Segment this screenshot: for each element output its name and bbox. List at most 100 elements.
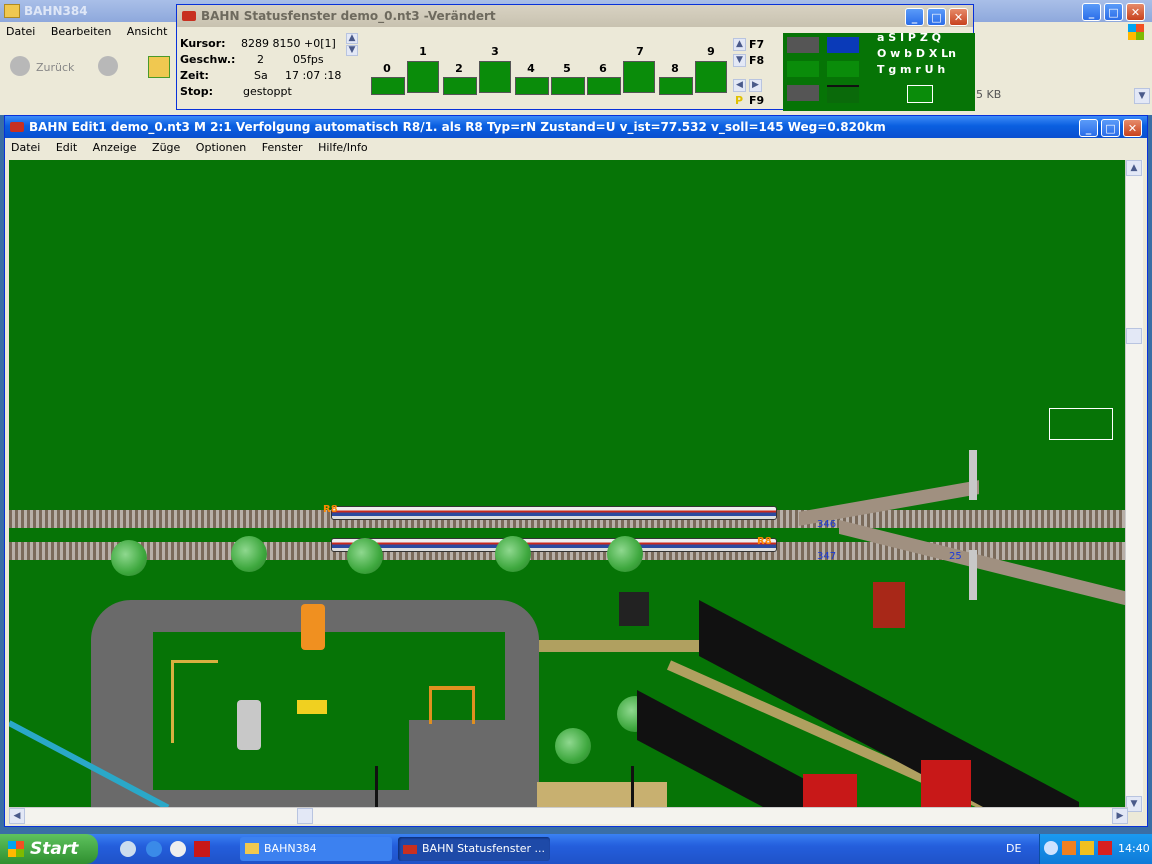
main-menu-hilfe[interactable]: Hilfe/Info xyxy=(312,141,374,154)
forward-arrow-icon[interactable] xyxy=(98,56,118,76)
field-tile-icon[interactable] xyxy=(827,85,859,103)
switch-number-1: 1 xyxy=(419,45,427,58)
kursor-spin-down[interactable]: ▼ xyxy=(346,45,358,56)
signal-tile-icon[interactable] xyxy=(907,85,933,103)
main-menu-edit[interactable]: Edit xyxy=(50,141,83,154)
tree[interactable] xyxy=(347,538,383,574)
scroll-right-button[interactable]: ▶ xyxy=(1112,808,1128,824)
layout-canvas[interactable]: R8 R8 346 347 25 xyxy=(9,160,1128,812)
scroll-up-button[interactable]: ▲ xyxy=(1126,160,1142,176)
media-player-icon[interactable] xyxy=(170,841,186,857)
clock[interactable]: 14:40 xyxy=(1118,842,1150,855)
crane[interactable] xyxy=(171,660,218,743)
train-upper[interactable] xyxy=(331,506,777,520)
main-menu-anzeige[interactable]: Anzeige xyxy=(87,141,143,154)
back-button-label[interactable]: Zurück xyxy=(36,61,74,74)
main-menu-optionen[interactable]: Optionen xyxy=(190,141,252,154)
train-lower[interactable] xyxy=(331,538,777,552)
internet-explorer-icon[interactable] xyxy=(146,841,162,857)
tray-arrow-icon[interactable] xyxy=(1044,841,1058,855)
switch-tile-7[interactable] xyxy=(623,61,655,93)
street-lamp[interactable] xyxy=(375,766,378,812)
road-tile-icon[interactable] xyxy=(787,85,819,101)
track-tile-icon[interactable] xyxy=(787,61,819,77)
f9-key[interactable]: F9 xyxy=(749,94,764,107)
eu-flag-icon[interactable] xyxy=(827,37,859,53)
switch-tile-4[interactable] xyxy=(515,77,549,95)
kursor-spin-up[interactable]: ▲ xyxy=(346,33,358,44)
yard-road-lower[interactable] xyxy=(409,720,505,812)
brick-house[interactable] xyxy=(873,582,905,628)
tray-app-icon[interactable] xyxy=(1062,841,1076,855)
tray-app-icon[interactable] xyxy=(1098,841,1112,855)
explorer-menu-datei[interactable]: Datei xyxy=(0,25,41,38)
main-maximize-button[interactable]: □ xyxy=(1101,119,1120,137)
main-menu-datei[interactable]: Datei xyxy=(5,141,46,154)
buffer-stop-upper[interactable] xyxy=(969,450,977,500)
main-minimize-button[interactable]: _ xyxy=(1079,119,1098,137)
tree[interactable] xyxy=(111,540,147,576)
explorer-maximize-button[interactable]: □ xyxy=(1104,3,1123,21)
explorer-menu-bearbeiten[interactable]: Bearbeiten xyxy=(45,25,117,38)
status-titlebar[interactable]: BAHN Statusfenster demo_0.nt3 -Verändert… xyxy=(177,5,973,27)
switch-tile-5[interactable] xyxy=(551,77,585,95)
explorer-menu-ansicht[interactable]: Ansicht xyxy=(121,25,174,38)
quicklaunch-icon[interactable] xyxy=(120,841,136,857)
switch-tile-3[interactable] xyxy=(479,61,511,93)
f8-down-arrow[interactable]: ▼ xyxy=(733,54,746,67)
language-indicator[interactable]: DE xyxy=(1006,842,1021,855)
tree[interactable] xyxy=(555,728,591,764)
tree-tile-icon[interactable] xyxy=(827,61,859,77)
switch-tile-9[interactable] xyxy=(695,61,727,93)
left-arrow-button[interactable]: ◀ xyxy=(733,79,746,92)
switch-tile-0[interactable] xyxy=(371,77,405,95)
f7-key[interactable]: F7 xyxy=(749,38,764,51)
main-menu-zuege[interactable]: Züge xyxy=(146,141,186,154)
street-lamp[interactable] xyxy=(631,766,634,812)
acrobat-icon[interactable] xyxy=(194,841,210,857)
vertical-scrollbar[interactable]: ▲ ▼ xyxy=(1125,160,1143,812)
grid-view-toggle[interactable] xyxy=(787,37,819,53)
main-titlebar[interactable]: BAHN Edit1 demo_0.nt3 M 2:1 Verfolgung a… xyxy=(5,116,1147,138)
buffer-stop-lower[interactable] xyxy=(969,550,977,600)
status-close-button[interactable]: ✕ xyxy=(949,8,968,26)
main-menu-fenster[interactable]: Fenster xyxy=(256,141,309,154)
explorer-dropdown-button[interactable]: ▼ xyxy=(1134,88,1150,104)
red-tower[interactable] xyxy=(921,760,971,812)
status-maximize-button[interactable]: □ xyxy=(927,8,946,26)
f7-up-arrow[interactable]: ▲ xyxy=(733,38,746,51)
tree[interactable] xyxy=(495,536,531,572)
back-arrow-icon[interactable] xyxy=(10,56,30,76)
scroll-down-button[interactable]: ▼ xyxy=(1126,796,1142,812)
explorer-minimize-button[interactable]: _ xyxy=(1082,3,1101,21)
p-key[interactable]: P xyxy=(735,94,743,107)
train-label-upper: R8 xyxy=(323,504,338,515)
silo-orange[interactable] xyxy=(301,604,325,650)
switch-number-8: 8 xyxy=(671,62,679,75)
excavator[interactable] xyxy=(297,700,327,714)
gantry-crane[interactable] xyxy=(429,686,475,724)
main-close-button[interactable]: ✕ xyxy=(1123,119,1142,137)
switch-tile-6[interactable] xyxy=(587,77,621,95)
start-button[interactable]: Start xyxy=(0,834,98,864)
horizontal-scroll-thumb[interactable] xyxy=(297,808,313,824)
f8-key[interactable]: F8 xyxy=(749,54,764,67)
horizontal-scrollbar[interactable]: ◀ ▶ xyxy=(9,807,1128,824)
tree[interactable] xyxy=(231,536,267,572)
status-minimize-button[interactable]: _ xyxy=(905,8,924,26)
selection-rectangle[interactable] xyxy=(1049,408,1113,440)
switch-tile-1[interactable] xyxy=(407,61,439,93)
tree[interactable] xyxy=(607,536,643,572)
tray-app-icon[interactable] xyxy=(1080,841,1094,855)
up-folder-icon[interactable] xyxy=(148,56,170,78)
switch-tile-2[interactable] xyxy=(443,77,477,95)
vertical-scroll-thumb[interactable] xyxy=(1126,328,1142,344)
scroll-left-button[interactable]: ◀ xyxy=(9,808,25,824)
taskbar-button-explorer[interactable]: BAHN384 xyxy=(240,837,392,861)
silo-grey[interactable] xyxy=(237,700,261,750)
switch-tile-8[interactable] xyxy=(659,77,693,95)
right-arrow-button[interactable]: ▶ xyxy=(749,79,762,92)
small-house[interactable] xyxy=(619,592,649,626)
taskbar-button-status[interactable]: BAHN Statusfenster ... xyxy=(398,837,550,861)
explorer-close-button[interactable]: ✕ xyxy=(1126,3,1145,21)
